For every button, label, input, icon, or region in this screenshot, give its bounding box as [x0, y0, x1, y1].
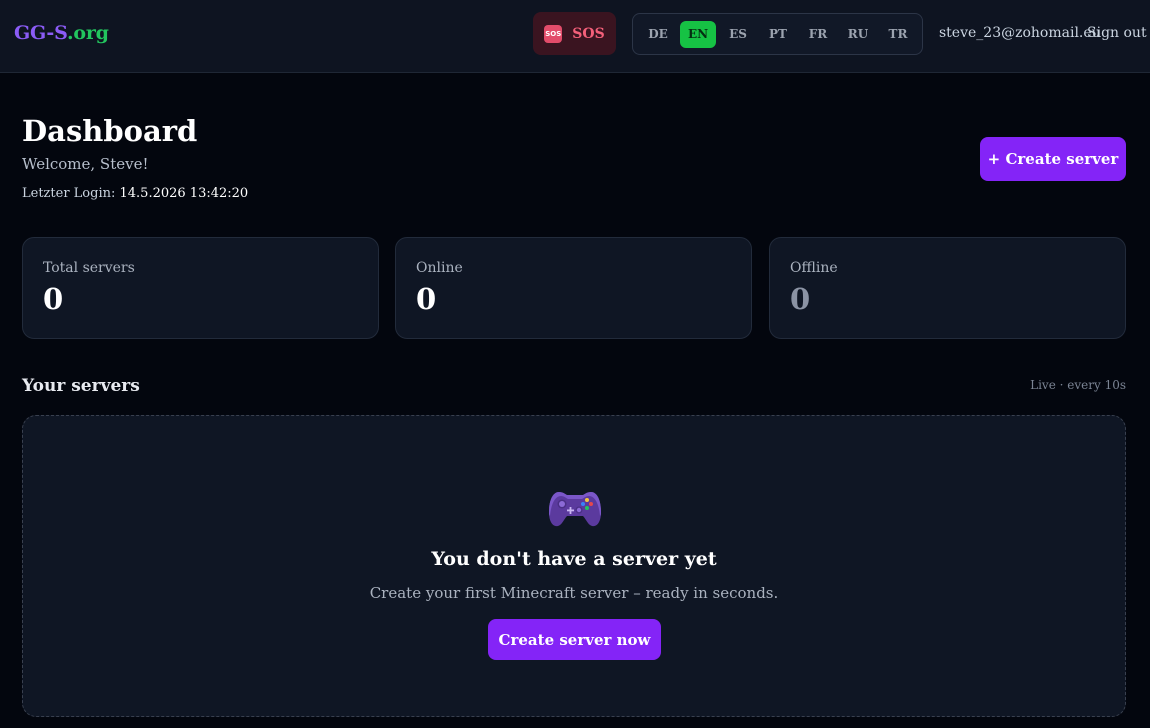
- stat-card-offline: Offline 0: [769, 237, 1126, 339]
- empty-state-title: You don't have a server yet: [431, 548, 717, 570]
- live-refresh-label: Live · every 10s: [1030, 378, 1126, 392]
- language-de-button[interactable]: DE: [640, 21, 676, 48]
- language-tr-button[interactable]: TR: [880, 21, 916, 48]
- stat-card-total: Total servers 0: [22, 237, 379, 339]
- stat-card-online: Online 0: [395, 237, 752, 339]
- stat-label: Total servers: [43, 260, 135, 276]
- create-server-button[interactable]: + Create server: [980, 137, 1126, 181]
- gamepad-icon: [549, 492, 601, 527]
- create-server-now-button[interactable]: Create server now: [488, 619, 661, 660]
- stat-label: Offline: [790, 260, 838, 276]
- sos-button[interactable]: SOS SOS: [533, 12, 616, 55]
- top-navbar: GG-S.org SOS SOS DE EN ES PT FR RU TR st…: [0, 0, 1150, 73]
- language-ru-button[interactable]: RU: [840, 21, 876, 48]
- last-login: Letzter Login: 14.5.2026 13:42:20: [22, 186, 248, 201]
- page-title: Dashboard: [22, 114, 198, 148]
- stat-value: 0: [790, 282, 811, 316]
- logo-text-main: GG-S: [14, 22, 67, 44]
- user-email: steve_23@zohomail.eu: [939, 25, 1101, 41]
- welcome-message: Welcome, Steve!: [22, 155, 149, 173]
- section-title-servers: Your servers: [22, 376, 140, 396]
- sos-button-label: SOS: [572, 25, 605, 42]
- stat-label: Online: [416, 260, 463, 276]
- site-logo[interactable]: GG-S.org: [14, 22, 109, 44]
- language-switcher: DE EN ES PT FR RU TR: [632, 13, 923, 55]
- empty-state-panel: You don't have a server yet Create your …: [22, 415, 1126, 717]
- language-en-button[interactable]: EN: [680, 20, 716, 48]
- language-es-button[interactable]: ES: [720, 21, 756, 48]
- sign-out-link[interactable]: Sign out: [1087, 25, 1147, 41]
- last-login-label: Letzter Login:: [22, 186, 116, 201]
- language-fr-button[interactable]: FR: [800, 21, 836, 48]
- sos-icon: SOS: [544, 24, 563, 43]
- empty-state-description: Create your first Minecraft server – rea…: [369, 584, 779, 602]
- last-login-value: 14.5.2026 13:42:20: [119, 186, 249, 201]
- language-pt-button[interactable]: PT: [760, 21, 796, 48]
- stat-value: 0: [416, 282, 437, 316]
- stat-value: 0: [43, 282, 64, 316]
- logo-text-tld: .org: [66, 22, 109, 44]
